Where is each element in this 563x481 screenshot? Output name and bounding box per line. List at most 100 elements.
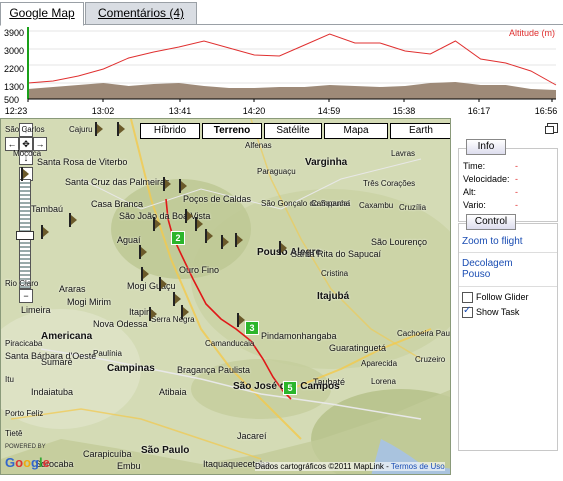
zoom-out-icon[interactable]: − <box>19 289 33 303</box>
city-label: Lavras <box>391 149 416 158</box>
google-logo[interactable]: Google <box>5 455 50 470</box>
speed-value: - <box>515 174 518 184</box>
show-task-checkbox[interactable]: Show Task <box>462 305 519 319</box>
y-tick-1300: 1300 <box>4 82 25 92</box>
map-copyright: Dados cartográficos ©2011 MapLink - Term… <box>255 462 445 471</box>
terms-of-use-link[interactable]: Termos de Uso <box>391 462 445 471</box>
turnpoint-flag-icon[interactable] <box>69 213 77 227</box>
turnpoint-flag-icon[interactable] <box>163 177 171 191</box>
series-label-altitude: Altitude (m) <box>508 28 555 38</box>
city-label: Caxambu <box>359 201 394 210</box>
map-type-satelite[interactable]: Satélite <box>264 123 322 139</box>
checkbox-box[interactable] <box>462 292 473 304</box>
turnpoint-flag-icon[interactable] <box>195 217 203 231</box>
city-label: Indaiatuba <box>31 387 74 397</box>
city-label: Pindamonhangaba <box>261 331 337 341</box>
city-label: Lorena <box>371 377 396 386</box>
city-label: Campanha <box>311 199 351 208</box>
control-button[interactable]: Control <box>466 214 516 230</box>
turnpoint-flag-icon[interactable] <box>181 305 189 319</box>
task-marker-2[interactable]: 2 <box>171 231 185 245</box>
task-marker-3[interactable]: 3 <box>245 321 259 335</box>
x-tick: 13:02 <box>91 106 115 116</box>
alt-value: - <box>515 187 518 197</box>
city-label: Ouro Fino <box>179 265 220 275</box>
x-tick: 16:56 <box>534 106 558 116</box>
turnpoint-flag-icon[interactable] <box>205 229 213 243</box>
city-label: Tambaú <box>31 204 64 214</box>
turnpoint-flag-icon[interactable] <box>173 292 181 306</box>
city-label: Carapicuíba <box>83 449 132 459</box>
map-type-earth[interactable]: Earth <box>390 123 450 139</box>
turnpoint-flag-icon[interactable] <box>235 233 243 247</box>
city-label: Guaratinguetá <box>329 343 387 353</box>
turnpoint-flag-icon[interactable] <box>21 167 29 181</box>
city-label: Varginha <box>305 157 348 168</box>
turnpoint-flag-icon[interactable] <box>149 307 157 321</box>
turnpoint-flag-icon[interactable] <box>41 225 49 239</box>
city-label: Bragança Paulista <box>177 365 251 375</box>
turnpoint-flag-icon[interactable] <box>179 179 187 193</box>
city-label: São Carlos <box>5 125 45 134</box>
city-label: Araras <box>59 284 86 294</box>
divider <box>459 286 557 287</box>
terrain-area <box>28 82 556 99</box>
alt-label: Alt: <box>463 187 477 197</box>
turnpoint-flag-icon[interactable] <box>221 235 229 249</box>
city-label: Campinas <box>107 363 155 374</box>
landing-link[interactable]: Pouso <box>462 269 490 280</box>
tab-bar: Google Map Comentários (4) <box>0 0 563 26</box>
altitude-line <box>27 33 557 86</box>
y-tick-500: 500 <box>4 95 20 105</box>
turnpoint-flag-icon[interactable] <box>95 122 103 136</box>
task-marker-5[interactable]: 5 <box>283 381 297 395</box>
follow-glider-label: Follow Glider <box>476 292 529 302</box>
zoom-slider-thumb[interactable] <box>16 231 34 240</box>
city-label: Cachoeira Paulista <box>397 329 451 338</box>
city-label: Piracicaba <box>5 339 43 348</box>
takeoff-link[interactable]: Decolagem <box>462 258 513 269</box>
city-label: Rio Claro <box>5 279 39 288</box>
expand-icon[interactable] <box>545 123 558 134</box>
city-label: Alfenas <box>245 141 272 150</box>
city-label: Itu <box>5 375 14 384</box>
turnpoint-flag-icon[interactable] <box>153 217 161 231</box>
zoom-to-flight-link[interactable]: Zoom to flight <box>462 236 523 247</box>
city-label: Cruzília <box>399 203 427 212</box>
map-view[interactable]: Híbrido Terreno Satélite Mapa Earth ↑ ← … <box>0 118 451 475</box>
tab-google-map[interactable]: Google Map <box>0 2 84 26</box>
x-tick: 15:38 <box>392 106 416 116</box>
city-label: Tietê <box>5 429 23 438</box>
city-label: Casa Branca <box>91 199 144 209</box>
city-label: Cruzeiro <box>415 355 446 364</box>
map-type-mapa[interactable]: Mapa <box>324 123 388 139</box>
vario-value: - <box>515 200 518 210</box>
turnpoint-flag-icon[interactable] <box>139 245 147 259</box>
divider <box>459 252 557 253</box>
map-type-bar: Híbrido Terreno Satélite Mapa Earth <box>140 123 450 139</box>
tab-comments[interactable]: Comentários (4) <box>85 2 197 25</box>
city-label: Mogi Guaçu <box>127 281 176 291</box>
map-type-terreno[interactable]: Terreno <box>202 123 262 139</box>
city-label: Paulínia <box>93 349 122 358</box>
turnpoint-flag-icon[interactable] <box>141 267 149 281</box>
flight-info-panel: Info Time: - Velocidade: - Alt: - Vario:… <box>455 118 563 475</box>
copyright-text: Dados cartográficos ©2011 MapLink - <box>255 462 391 471</box>
city-label: Aparecida <box>361 359 398 368</box>
y-tick-3000: 3000 <box>4 46 25 56</box>
turnpoint-flag-icon[interactable] <box>159 277 167 291</box>
city-label: Itajubá <box>317 291 350 302</box>
city-label: Camanducaia <box>205 339 255 348</box>
city-label: Santa Cruz das Palmeiras <box>65 177 170 187</box>
info-button[interactable]: Info <box>466 139 506 155</box>
checkbox-box-checked[interactable] <box>462 305 473 319</box>
turnpoint-flag-icon[interactable] <box>117 122 125 136</box>
city-label: Atibaia <box>159 387 187 397</box>
map-type-hibrido[interactable]: Híbrido <box>140 123 200 139</box>
turnpoint-flag-icon[interactable] <box>279 241 287 255</box>
follow-glider-checkbox[interactable]: Follow Glider <box>462 292 529 304</box>
time-label: Time: <box>463 161 486 171</box>
turnpoint-flag-icon[interactable] <box>185 209 193 223</box>
speed-label: Velocidade: <box>463 174 510 184</box>
city-label: Santa Rita do Sapucaí <box>291 249 382 259</box>
